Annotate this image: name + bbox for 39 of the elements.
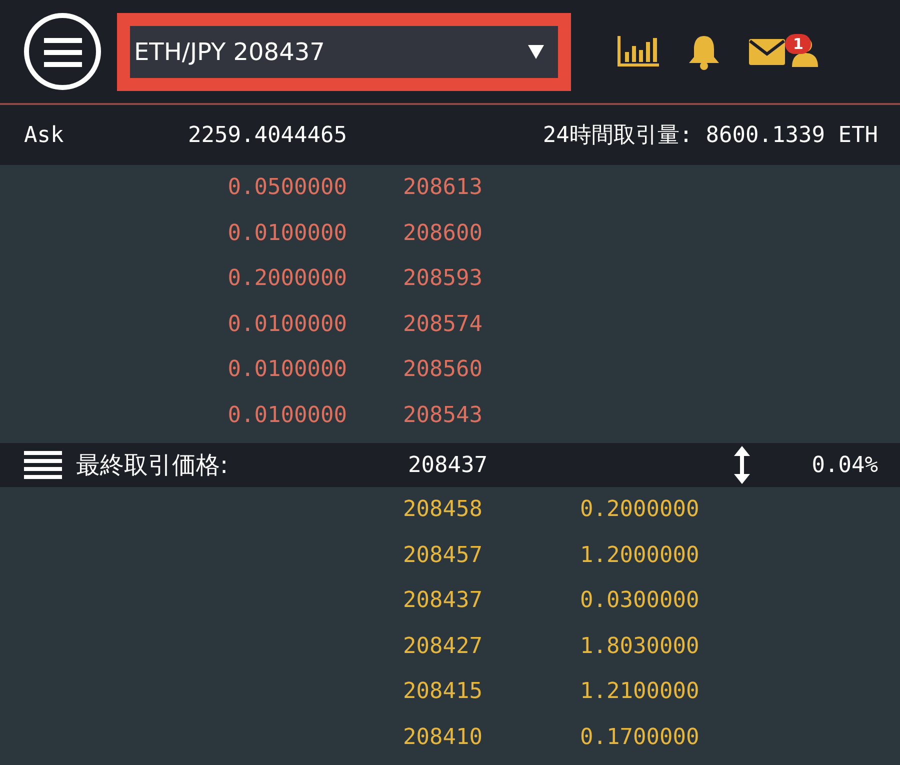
mail-icon[interactable]: [749, 38, 785, 64]
bid-amount: 0.1700000: [580, 724, 700, 750]
notification-badge: 1: [785, 34, 812, 54]
bid-amount: 0.2000000: [580, 497, 700, 522]
bid-price: 208457: [403, 542, 484, 568]
volume-text: 24時間取引量: 8600.1339 ETH: [542, 122, 878, 150]
ask-price: 208543: [403, 402, 484, 428]
bid-price: 208415: [403, 679, 484, 704]
ask-price: 208574: [403, 312, 484, 337]
pair-select[interactable]: ETH/JPY 208437: [130, 26, 558, 78]
ask-amount: 0.0100000: [226, 312, 347, 337]
ask-price: 208600: [403, 220, 484, 246]
ticker-label: Ask: [24, 122, 65, 148]
ask-amount: 0.0100000: [226, 357, 347, 382]
ask-price: 208560: [403, 357, 484, 382]
price-change: 0.04%: [812, 452, 878, 478]
bid-price: 208410: [403, 724, 484, 750]
bid-amount: 1.2000000: [580, 542, 700, 568]
ask-price: 208593: [403, 266, 484, 292]
bid-amount: 1.2100000: [580, 679, 700, 704]
up-down-arrow-icon: [734, 446, 750, 484]
bid-amount: 0.0300000: [580, 588, 700, 614]
ask-price: 208613: [403, 175, 484, 200]
list-icon[interactable]: [24, 451, 62, 479]
ask-amount: 0.0500000: [226, 175, 347, 200]
bar-chart-icon[interactable]: [617, 36, 659, 68]
caret-icon: [528, 44, 544, 58]
bid-price: 208427: [403, 634, 484, 659]
bid-amount: 1.8030000: [580, 634, 700, 659]
bell-icon[interactable]: [687, 34, 721, 70]
last-price-label: 最終取引価格:: [76, 450, 230, 481]
ask-amount: 0.0100000: [226, 220, 347, 246]
bid-price: 208437: [403, 588, 484, 614]
ask-price: 2259.4044465: [188, 122, 348, 148]
last-price: 208437: [408, 452, 488, 478]
ask-amount: 0.0100000: [226, 402, 347, 428]
ask-amount: 0.2000000: [226, 266, 347, 292]
bid-price: 208458: [403, 497, 484, 522]
menu-button[interactable]: [24, 13, 101, 90]
